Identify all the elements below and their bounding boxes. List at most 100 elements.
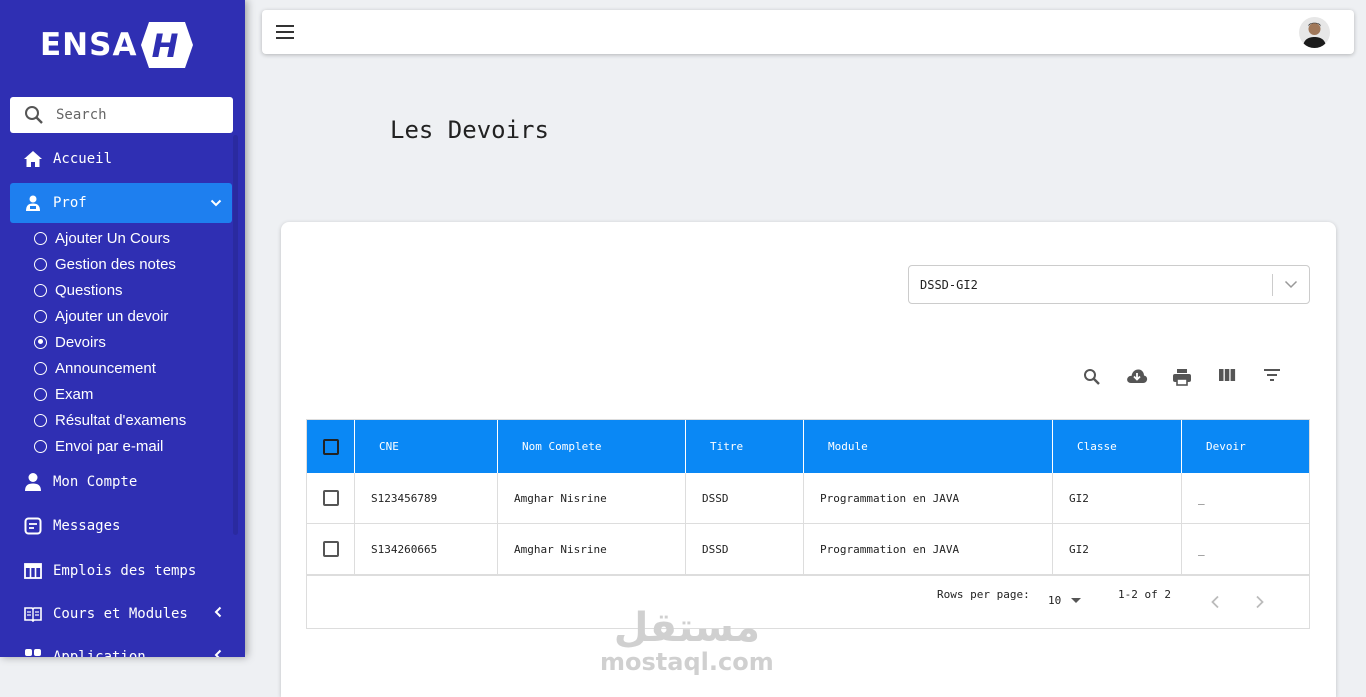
cell-devoir[interactable]: _ — [1182, 473, 1309, 523]
row-checkbox[interactable] — [323, 541, 339, 557]
sidebar-item-label: Messages — [53, 518, 121, 534]
pagination-range: 1-2 of 2 — [1118, 588, 1171, 601]
home-icon — [22, 150, 44, 168]
sidebar-subitem[interactable]: Ajouter un devoir — [34, 303, 168, 329]
sidebar-item-label: Emplois des temps — [53, 563, 197, 579]
chevron-down-icon[interactable] — [1273, 280, 1309, 289]
table-row[interactable]: S134260665 Amghar Nisrine DSSD Programma… — [307, 524, 1309, 575]
calendar-table-icon — [22, 563, 44, 579]
sidebar-subitem-label: Devoirs — [55, 333, 106, 351]
row-checkbox[interactable] — [323, 490, 339, 506]
sidebar-item-label: Accueil — [53, 151, 113, 167]
table-row[interactable]: S123456789 Amghar Nisrine DSSD Programma… — [307, 473, 1309, 524]
sidebar-subitem[interactable]: Ajouter Un Cours — [34, 225, 170, 251]
sidebar-scrollbar[interactable] — [233, 135, 238, 535]
print-icon[interactable] — [1159, 368, 1204, 386]
next-page-icon[interactable] — [1255, 594, 1265, 613]
select-all-checkbox[interactable] — [323, 438, 339, 455]
row-select-cell — [307, 524, 355, 574]
radio-icon — [34, 413, 47, 427]
sidebar-subitem[interactable]: Résultat d'examens — [34, 407, 186, 433]
devoirs-table: CNE Nom Complete Titre Module Classe Dev… — [306, 419, 1310, 629]
search-input[interactable] — [56, 107, 206, 123]
cell-cne: S123456789 — [355, 473, 498, 523]
chevron-left-icon — [214, 649, 222, 657]
teacher-icon — [22, 194, 44, 212]
cell-cne: S134260665 — [355, 524, 498, 574]
cell-nom: Amghar Nisrine — [498, 524, 686, 574]
sidebar-item-label: Mon Compte — [53, 474, 138, 490]
cell-titre: DSSD — [686, 524, 804, 574]
sidebar-item-messages[interactable]: Messages — [10, 506, 232, 546]
search-box[interactable] — [10, 97, 233, 133]
column-header-nom[interactable]: Nom Complete — [498, 420, 686, 473]
table-header: CNE Nom Complete Titre Module Classe Dev… — [307, 420, 1309, 473]
sidebar-item-label: Cours et Modules — [53, 606, 188, 622]
user-icon — [22, 472, 44, 492]
cell-module: Programmation en JAVA — [804, 524, 1053, 574]
radio-icon — [34, 283, 47, 297]
sidebar-item-label: Prof — [53, 195, 87, 211]
page-title: Les Devoirs — [390, 116, 549, 144]
watermark-arabic: مستقل — [613, 605, 760, 651]
select-all-cell — [307, 420, 355, 473]
search-icon[interactable] — [1069, 368, 1114, 386]
cell-module: Programmation en JAVA — [804, 473, 1053, 523]
class-select[interactable]: DSSD-GI2 — [908, 265, 1310, 304]
sidebar-subitem-label: Announcement — [55, 359, 156, 377]
sidebar-subitem-label: Ajouter un devoir — [55, 307, 169, 325]
sidebar: ENSA H Accueil Prof Ajouter Un Cours Ges… — [0, 0, 245, 657]
sidebar-subitem[interactable]: Announcement — [34, 355, 156, 381]
logo-text: ENSA — [40, 27, 138, 63]
cell-classe: GI2 — [1053, 473, 1182, 523]
previous-page-icon[interactable] — [1210, 594, 1220, 613]
sidebar-item-application[interactable]: Application — [10, 637, 232, 657]
cell-devoir[interactable]: _ — [1182, 524, 1309, 574]
sidebar-subitem-devoirs[interactable]: Devoirs — [34, 329, 106, 355]
column-header-classe[interactable]: Classe — [1053, 420, 1182, 473]
menu-icon[interactable] — [276, 25, 294, 39]
search-icon — [25, 106, 43, 124]
sidebar-subitem-label: Résultat d'examens — [55, 411, 187, 429]
message-icon — [22, 517, 44, 535]
rows-per-page-label: Rows per page: — [937, 588, 1030, 601]
sidebar-item-mon-compte[interactable]: Mon Compte — [10, 462, 232, 502]
avatar[interactable] — [1299, 17, 1330, 48]
cell-nom: Amghar Nisrine — [498, 473, 686, 523]
sidebar-item-prof[interactable]: Prof — [10, 183, 232, 223]
sidebar-subitem-label: Gestion des notes — [55, 255, 176, 273]
column-header-titre[interactable]: Titre — [686, 420, 804, 473]
sidebar-subitem[interactable]: Questions — [34, 277, 123, 303]
radio-icon — [34, 439, 47, 453]
rows-per-page-value: 10 — [1048, 594, 1062, 607]
sidebar-subitem-label: Exam — [55, 385, 94, 403]
radio-icon — [34, 387, 47, 401]
apps-icon — [22, 648, 44, 657]
watermark-latin: mostaql.com — [600, 648, 774, 676]
sidebar-item-cours-modules[interactable]: Cours et Modules — [10, 594, 232, 634]
sidebar-subitem[interactable]: Envoi par e-mail — [34, 433, 163, 459]
watermark: مستقل mostaql.com — [600, 608, 774, 676]
sidebar-subitem-label: Questions — [55, 281, 123, 299]
logo[interactable]: ENSA H — [40, 18, 194, 72]
rows-per-page-select[interactable]: 10 — [1048, 594, 1082, 607]
sidebar-item-accueil[interactable]: Accueil — [10, 139, 232, 179]
sidebar-subitem-label: Envoi par e-mail — [55, 437, 164, 455]
sidebar-subitem[interactable]: Exam — [34, 381, 93, 407]
sidebar-item-emplois[interactable]: Emplois des temps — [10, 551, 232, 591]
column-header-module[interactable]: Module — [804, 420, 1053, 473]
radio-icon — [34, 309, 47, 323]
column-header-devoir[interactable]: Devoir — [1182, 420, 1309, 473]
chevron-left-icon — [214, 606, 222, 622]
column-header-cne[interactable]: CNE — [355, 420, 498, 473]
book-icon — [22, 606, 44, 622]
sidebar-item-label: Application — [53, 649, 146, 657]
caret-down-icon — [1071, 597, 1082, 603]
sidebar-subitem[interactable]: Gestion des notes — [34, 251, 176, 277]
logo-letter: H — [152, 27, 179, 65]
columns-icon[interactable] — [1204, 368, 1249, 386]
download-icon[interactable] — [1114, 368, 1159, 386]
filter-icon[interactable] — [1249, 368, 1294, 386]
sidebar-subitem-label: Ajouter Un Cours — [55, 229, 171, 247]
radio-selected-icon — [34, 335, 47, 349]
